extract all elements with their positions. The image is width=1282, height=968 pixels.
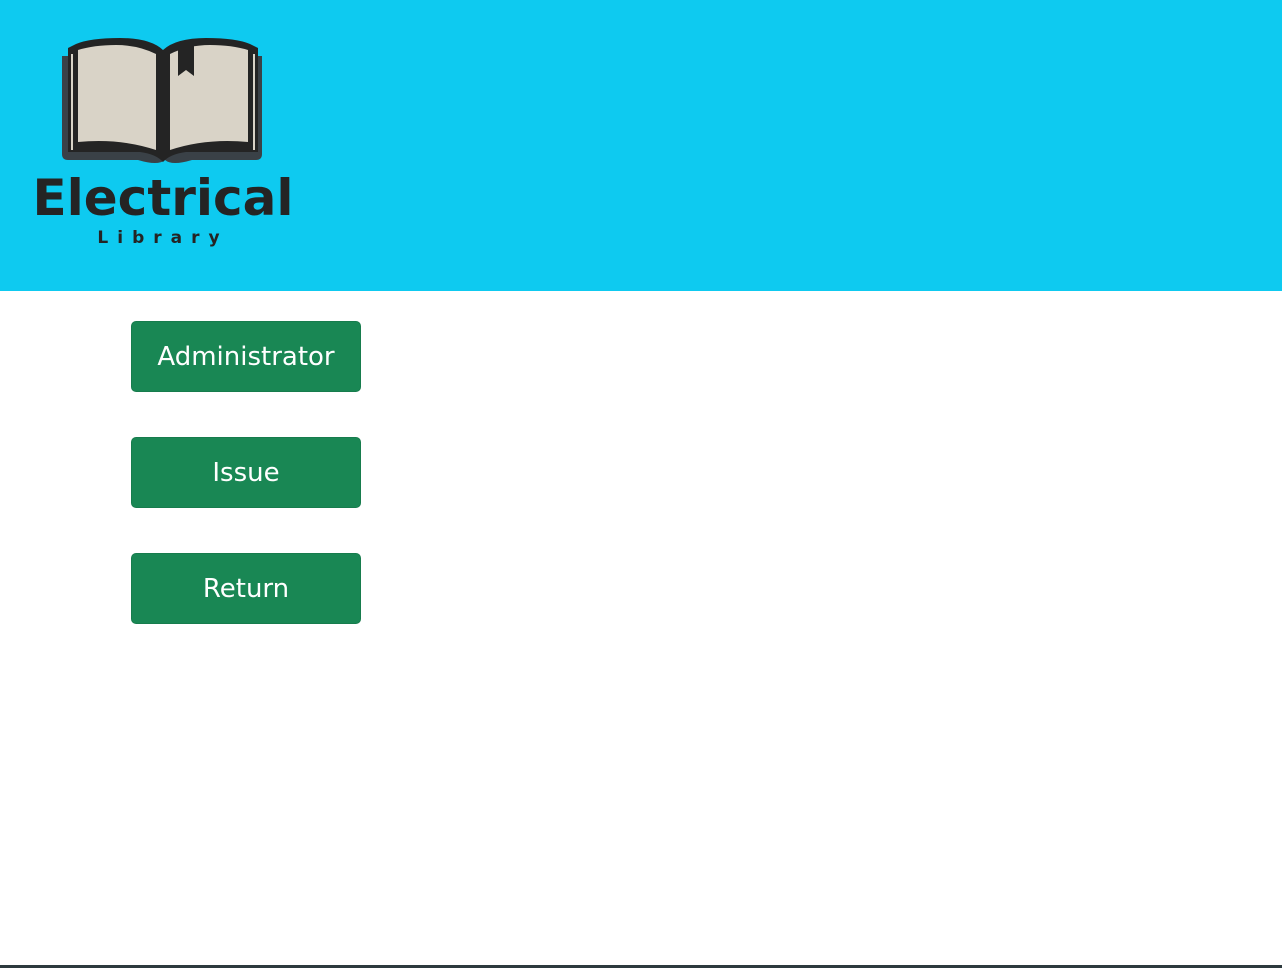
return-button[interactable]: Return bbox=[131, 553, 361, 624]
header-banner: Electrical Library bbox=[0, 0, 1282, 291]
open-book-icon bbox=[62, 38, 262, 163]
administrator-button[interactable]: Administrator bbox=[131, 321, 361, 392]
logo-title: Electrical bbox=[32, 169, 294, 227]
main-menu: Administrator Issue Return bbox=[131, 321, 361, 669]
issue-button[interactable]: Issue bbox=[131, 437, 361, 508]
logo-subtitle: Library bbox=[97, 228, 229, 248]
electrical-library-logo: Electrical Library bbox=[20, 34, 310, 256]
